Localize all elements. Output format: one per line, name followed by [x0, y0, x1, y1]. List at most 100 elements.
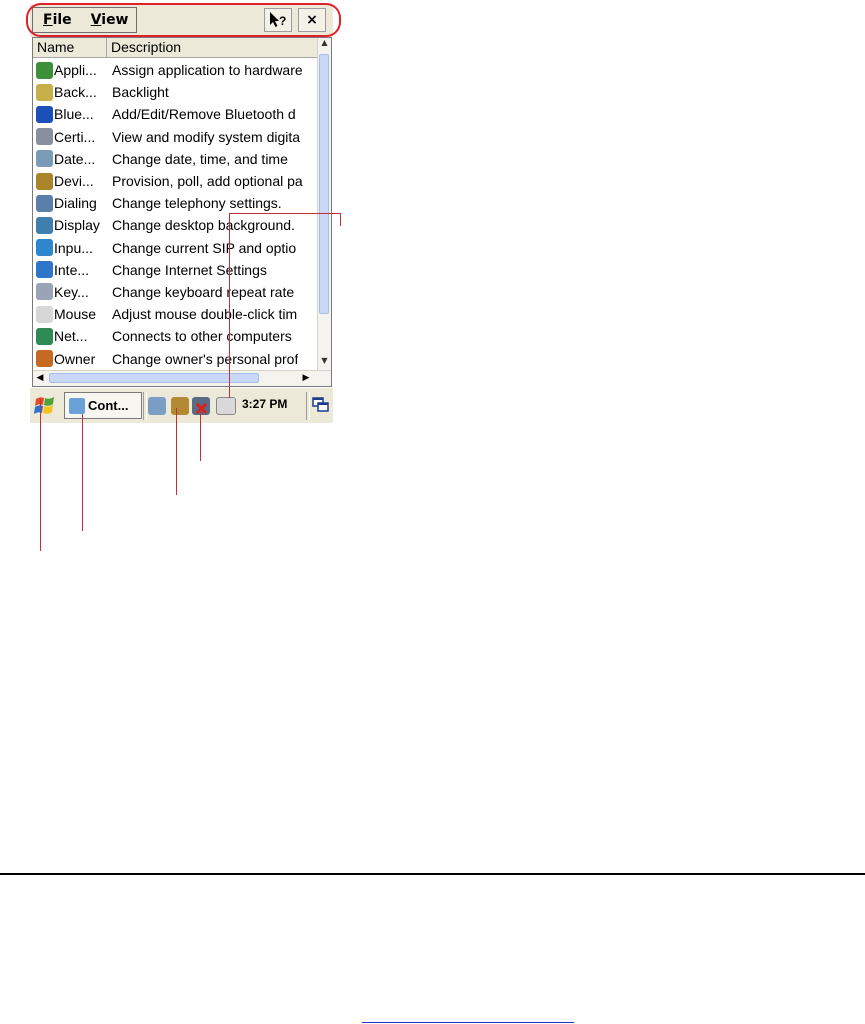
- menu-view[interactable]: View: [81, 12, 138, 28]
- item-name: Appli...: [54, 62, 97, 79]
- item-description: Connects to other computers: [112, 328, 292, 345]
- callout-keyboard-horizontal: [229, 213, 341, 214]
- vertical-scroll-thumb[interactable]: [319, 54, 329, 314]
- list-item[interactable]: Inte... Change Internet Settings: [33, 259, 319, 281]
- battery-power-icon[interactable]: [171, 397, 189, 415]
- display-icon: [36, 216, 53, 234]
- item-description: Add/Edit/Remove Bluetooth d: [112, 106, 296, 123]
- scroll-left-arrow-icon[interactable]: ◀: [33, 371, 47, 385]
- list-rows: Appli... Assign application to hardware Ba…: [33, 59, 319, 370]
- item-name: Certi...: [54, 128, 96, 145]
- list-item[interactable]: Net... Connects to other computers: [33, 325, 319, 347]
- internet-options-icon: [36, 261, 53, 279]
- item-name: Owner: [54, 350, 96, 367]
- item-description: Change current SIP and optio: [112, 239, 297, 256]
- list-item[interactable]: Mouse Adjust mouse double-click tim: [33, 303, 319, 325]
- list-item[interactable]: Back... Backlight: [33, 81, 319, 103]
- network-disconnected-icon[interactable]: [192, 397, 210, 415]
- horizontal-scroll-thumb[interactable]: [49, 373, 259, 383]
- list-item[interactable]: Dialing Change telephony settings.: [33, 192, 319, 214]
- item-description: Change Internet Settings: [112, 261, 267, 278]
- list-item[interactable]: Appli... Assign application to hardware: [33, 59, 319, 81]
- item-description: Change telephony settings.: [112, 195, 282, 212]
- column-description-header[interactable]: Description: [107, 38, 319, 58]
- keyboard-icon: [36, 283, 53, 301]
- list-item[interactable]: Display Change desktop background.: [33, 214, 319, 236]
- item-name: Dialing: [54, 195, 97, 212]
- clock[interactable]: 3:27 PM: [242, 397, 287, 411]
- item-name: Inte...: [54, 261, 90, 278]
- date-time-icon: [36, 150, 53, 168]
- network-connection-icon[interactable]: [148, 397, 166, 415]
- input-panel-icon: [36, 239, 53, 257]
- hardware-buttons-icon: [36, 61, 53, 79]
- list-header: Name Description: [33, 38, 319, 58]
- item-description: Assign application to hardware: [112, 62, 303, 79]
- item-description: Provision, poll, add optional pa: [112, 173, 303, 190]
- control-panel-icon: [69, 397, 85, 414]
- menu-file[interactable]: File: [33, 12, 81, 28]
- item-description: Change desktop background.: [112, 217, 295, 234]
- start-windows-flag-icon[interactable]: [33, 394, 57, 418]
- callout-start: [40, 399, 41, 551]
- vertical-scrollbar[interactable]: ▲ ▼: [317, 38, 331, 370]
- horizontal-scrollbar[interactable]: ◀ ▶: [33, 370, 331, 386]
- item-name: Display: [54, 217, 100, 234]
- dialing-icon: [36, 194, 53, 212]
- item-name: Net...: [54, 328, 88, 345]
- list-item[interactable]: Key... Change keyboard repeat rate: [33, 281, 319, 303]
- scroll-up-arrow-icon[interactable]: ▲: [318, 38, 331, 52]
- hyperlink-underline[interactable]: [362, 1022, 574, 1023]
- column-name-header[interactable]: Name: [33, 38, 107, 58]
- help-label: ?: [279, 14, 286, 28]
- control-panel-task-button[interactable]: Cont...: [64, 392, 142, 419]
- list-item[interactable]: Owner Change owner's personal prof: [33, 347, 319, 369]
- red-x-icon: [195, 402, 208, 415]
- tray-divider-right: [306, 392, 310, 420]
- list-item[interactable]: Certi... View and modify system digita: [33, 126, 319, 148]
- callout-keyboard: [229, 213, 230, 398]
- help-pointer-icon: ?: [270, 12, 286, 28]
- backlight-icon: [36, 83, 53, 101]
- item-description: Change owner's personal prof: [112, 350, 299, 367]
- item-description: Backlight: [112, 84, 169, 101]
- item-name: Devi...: [54, 173, 94, 190]
- callout-battery: [176, 408, 177, 495]
- task-button-label: Cont...: [88, 398, 129, 413]
- keyboard-input-icon[interactable]: [216, 397, 236, 415]
- list-item[interactable]: Blue... Add/Edit/Remove Bluetooth d: [33, 103, 319, 125]
- item-name: Blue...: [54, 106, 94, 123]
- owner-icon: [36, 350, 53, 368]
- page-divider: [0, 873, 865, 875]
- list-item[interactable]: Date... Change date, time, and time: [33, 148, 319, 170]
- callout-keyboard-end: [340, 213, 341, 226]
- list-item[interactable]: Inpu... Change current SIP and optio: [33, 237, 319, 259]
- network-icon: [36, 327, 53, 345]
- device-management-icon: [36, 172, 53, 190]
- help-button[interactable]: ?: [264, 8, 292, 32]
- tray-divider: [143, 392, 147, 420]
- certificates-icon: [36, 128, 53, 146]
- show-desktop-icon[interactable]: [312, 396, 330, 414]
- item-name: Key...: [54, 283, 89, 300]
- scroll-down-arrow-icon[interactable]: ▼: [318, 356, 331, 370]
- item-name: Date...: [54, 150, 96, 167]
- taskbar: Cont... 3:27 PM: [30, 387, 333, 423]
- close-button[interactable]: ×: [298, 8, 326, 32]
- item-description: Change keyboard repeat rate: [112, 283, 295, 300]
- item-name: Back...: [54, 84, 97, 101]
- callout-task-button: [82, 414, 83, 531]
- item-description: View and modify system digita: [112, 128, 301, 145]
- close-icon: ×: [306, 12, 318, 28]
- bluetooth-icon: [36, 105, 53, 123]
- menu-group: File View: [32, 7, 137, 33]
- menu-bar: File View ? ×: [30, 4, 333, 37]
- item-name: Mouse: [54, 306, 97, 323]
- item-description: Change date, time, and time: [112, 150, 288, 167]
- callout-network: [200, 404, 201, 461]
- list-item[interactable]: Devi... Provision, poll, add optional pa: [33, 170, 319, 192]
- scroll-right-arrow-icon[interactable]: ▶: [299, 371, 313, 385]
- control-panel-list[interactable]: Name Description Appli... Assign applicat…: [32, 37, 332, 387]
- item-description: Adjust mouse double-click tim: [112, 306, 298, 323]
- item-name: Inpu...: [54, 239, 93, 256]
